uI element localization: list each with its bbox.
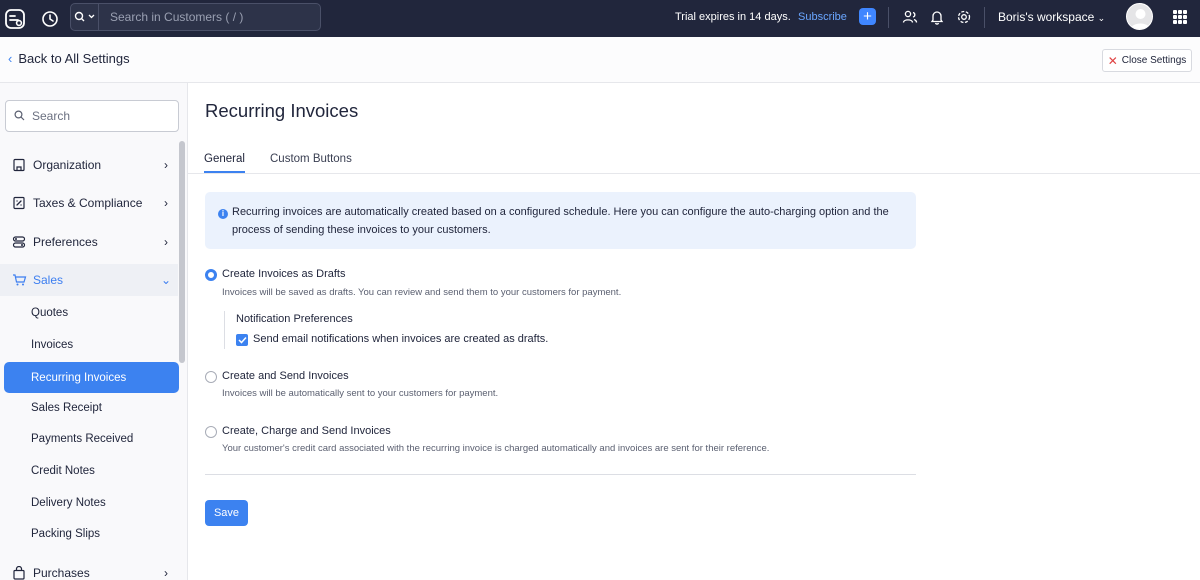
- sidebar-search[interactable]: [5, 100, 179, 132]
- divider: [984, 7, 985, 28]
- users-icon[interactable]: [901, 8, 919, 26]
- radio-create-drafts[interactable]: [205, 269, 217, 281]
- checkmark-icon: [237, 336, 247, 344]
- email-notification-checkbox[interactable]: [236, 334, 248, 346]
- bag-icon: [11, 565, 27, 580]
- quick-create-button[interactable]: +: [859, 8, 876, 25]
- sidebar-subitem-invoices[interactable]: Invoices: [31, 339, 73, 351]
- option-title[interactable]: Create Invoices as Drafts: [222, 268, 346, 280]
- sidebar-subitem-payments-received[interactable]: Payments Received: [31, 433, 133, 445]
- trial-text: Trial expires in 14 days.: [675, 11, 791, 23]
- close-icon: ✕: [1107, 53, 1118, 68]
- app-logo-icon[interactable]: [2, 6, 28, 32]
- workspace-switcher[interactable]: Boris's workspace ⌄: [998, 10, 1105, 24]
- option-description: Your customer's credit card associated w…: [222, 443, 770, 454]
- sidebar-subitem-packing-slips[interactable]: Packing Slips: [31, 528, 100, 540]
- tab-general[interactable]: General: [204, 153, 245, 165]
- sidebar-item-label: Sales: [33, 273, 64, 287]
- radio-create-charge-send[interactable]: [205, 426, 217, 438]
- subscribe-link[interactable]: Subscribe: [798, 11, 847, 23]
- page-title: Recurring Invoices: [205, 100, 359, 121]
- chevron-left-icon: ‹: [8, 51, 13, 66]
- radio-create-and-send[interactable]: [205, 371, 217, 383]
- option-title[interactable]: Create and Send Invoices: [222, 370, 349, 382]
- sidebar-item-label: Purchases: [33, 566, 90, 580]
- sidebar-item-organization[interactable]: Organization ›: [0, 149, 178, 181]
- option-description: Invoices will be saved as drafts. You ca…: [222, 287, 622, 298]
- notification-preferences-title: Notification Preferences: [236, 313, 353, 325]
- search-scope-dropdown[interactable]: [71, 4, 99, 30]
- info-text: Recurring invoices are automatically cre…: [232, 206, 889, 236]
- divider: [205, 474, 916, 475]
- info-icon: i: [218, 209, 228, 219]
- option-description: Invoices will be automatically sent to y…: [222, 388, 499, 399]
- settings-header: ‹ Back to All Settings ✕ Close Settings: [0, 37, 1200, 83]
- sidebar-subitem-sales-receipt[interactable]: Sales Receipt: [31, 402, 102, 414]
- global-search[interactable]: [70, 3, 321, 31]
- app-grid-icon[interactable]: [1173, 10, 1187, 24]
- search-icon: [14, 109, 25, 124]
- global-search-input[interactable]: [99, 10, 309, 24]
- sidebar-subitem-quotes[interactable]: Quotes: [31, 307, 68, 319]
- chevron-right-icon: ›: [164, 235, 168, 249]
- sidebar-item-purchases[interactable]: Purchases ›: [0, 557, 178, 580]
- tabs-divider: [188, 173, 1200, 174]
- chevron-right-icon: ›: [164, 196, 168, 210]
- sidebar-subitem-recurring-invoices[interactable]: Recurring Invoices: [4, 362, 179, 393]
- sidebar-item-taxes[interactable]: Taxes & Compliance ›: [0, 187, 178, 219]
- sidebar-subitem-delivery-notes[interactable]: Delivery Notes: [31, 497, 106, 509]
- info-banner: i Recurring invoices are automatically c…: [205, 192, 916, 249]
- close-settings-button[interactable]: ✕ Close Settings: [1102, 49, 1192, 72]
- close-settings-label: Close Settings: [1121, 55, 1187, 66]
- sidebar-item-label: Preferences: [33, 235, 98, 249]
- email-notification-label[interactable]: Send email notifications when invoices a…: [253, 333, 548, 345]
- preferences-icon: [11, 234, 27, 250]
- save-button[interactable]: Save: [205, 500, 248, 526]
- sidebar-search-input[interactable]: [32, 109, 162, 123]
- taxes-icon: [11, 195, 27, 211]
- sidebar-item-preferences[interactable]: Preferences ›: [0, 226, 178, 258]
- sidebar-item-label: Taxes & Compliance: [33, 196, 143, 210]
- sidebar-item-sales[interactable]: Sales ⌄: [0, 264, 178, 296]
- sidebar-scrollbar[interactable]: [179, 141, 185, 363]
- chevron-down-icon: ⌄: [1097, 13, 1106, 23]
- tab-custom-buttons[interactable]: Custom Buttons: [270, 153, 352, 165]
- sidebar-subitem-credit-notes[interactable]: Credit Notes: [31, 465, 95, 477]
- notification-indent-line: [224, 311, 225, 349]
- chevron-right-icon: ›: [164, 566, 168, 580]
- divider: [888, 7, 889, 28]
- organization-icon: [11, 157, 27, 173]
- option-title[interactable]: Create, Charge and Send Invoices: [222, 425, 391, 437]
- settings-sidebar: Organization › Taxes & Compliance › Pref…: [0, 83, 188, 580]
- sidebar-item-label: Organization: [33, 158, 102, 172]
- back-label: Back to All Settings: [18, 51, 130, 66]
- avatar[interactable]: [1126, 3, 1153, 30]
- chevron-right-icon: ›: [164, 158, 168, 172]
- chevron-down-icon: ⌄: [160, 273, 172, 287]
- gear-icon[interactable]: [955, 8, 973, 26]
- cart-icon: [11, 272, 27, 288]
- active-tab-indicator: [204, 171, 245, 173]
- back-to-settings-link[interactable]: ‹ Back to All Settings: [8, 51, 130, 66]
- bell-icon[interactable]: [928, 8, 946, 26]
- history-icon[interactable]: [39, 8, 61, 30]
- workspace-label: Boris's workspace: [998, 10, 1095, 24]
